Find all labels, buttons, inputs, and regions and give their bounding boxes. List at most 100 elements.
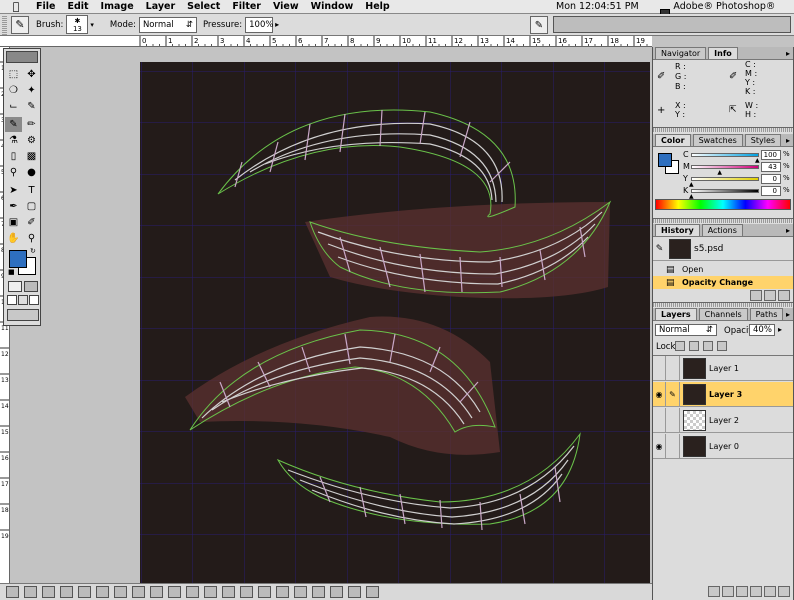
delete-layer-icon[interactable]	[778, 586, 790, 597]
new-layer-icon[interactable]	[764, 586, 776, 597]
panel-grip-2[interactable]	[653, 218, 793, 223]
layers-panel-menu-icon[interactable]: ▸	[786, 310, 790, 319]
menu-help[interactable]: Help	[359, 0, 395, 14]
channel-value-input[interactable]: 0	[761, 186, 781, 196]
apple-menu-icon[interactable]: 	[8, 0, 24, 13]
tab-layers[interactable]: Layers	[655, 308, 697, 320]
layer-row-0[interactable]: ◉ Layer 0	[653, 434, 793, 459]
tools-icon[interactable]	[294, 586, 307, 598]
brush-arrow-icon[interactable]: ▾	[90, 21, 94, 29]
layer-2-link-icon[interactable]	[666, 408, 680, 432]
disk-icon[interactable]	[96, 586, 109, 598]
menu-layer[interactable]: Layer	[140, 0, 182, 14]
layer-row-3[interactable]: ◉ ✎ Layer 3	[653, 382, 793, 407]
channel-slider-track[interactable]	[691, 165, 759, 169]
opacity-input[interactable]: 40%	[749, 324, 775, 336]
palette-well[interactable]	[553, 16, 791, 33]
gradient-tool-icon[interactable]: ▩	[23, 149, 40, 164]
lasso-tool-icon[interactable]: ❍	[5, 83, 22, 98]
document-canvas[interactable]	[140, 62, 650, 583]
tab-styles[interactable]: Styles	[744, 134, 782, 146]
channel-value-input[interactable]: 100	[761, 150, 781, 160]
tab-swatches[interactable]: Swatches	[692, 134, 743, 146]
shape-tool-icon[interactable]: ▢	[23, 199, 40, 214]
chooser-icon[interactable]	[24, 586, 37, 598]
quickmask-mode-icon[interactable]	[24, 281, 38, 292]
adobe-online-icon[interactable]	[6, 51, 38, 63]
options-grip[interactable]	[2, 14, 7, 35]
history-trash-icon[interactable]	[778, 290, 790, 301]
apple-icon[interactable]	[150, 586, 163, 598]
chat-icon[interactable]	[258, 586, 271, 598]
blend-mode-select[interactable]: Normal ⇵	[655, 324, 717, 336]
new-document-from-state-icon[interactable]	[750, 290, 762, 301]
screen-mode-full-menu-icon[interactable]	[18, 295, 28, 305]
palette-icon[interactable]	[168, 586, 181, 598]
zoom-tool-icon[interactable]: ⚲	[23, 231, 40, 246]
history-brush-tool-icon[interactable]: ⚙	[23, 133, 40, 148]
layer-0-link-icon[interactable]	[666, 434, 680, 458]
brush-picker[interactable]: ✱ 13	[66, 15, 89, 34]
history-snapshot[interactable]: ✎ s5.psd	[653, 237, 793, 261]
misc-icon[interactable]	[330, 586, 343, 598]
zoom-icon[interactable]	[366, 586, 379, 598]
layer-3-visibility-icon[interactable]: ◉	[653, 382, 666, 406]
speaker-icon[interactable]	[276, 586, 289, 598]
menu-window[interactable]: Window	[305, 0, 360, 14]
menubar-clock[interactable]: Mon 12:04:51 PM	[556, 0, 639, 14]
layer-1-visibility-icon[interactable]	[653, 356, 666, 380]
itunes-icon[interactable]	[60, 586, 73, 598]
marquee-tool-icon[interactable]: ⬚	[5, 67, 22, 82]
tab-navigator[interactable]: Navigator	[655, 47, 707, 59]
lock-image-icon[interactable]	[689, 341, 699, 351]
color-fg-swatch[interactable]	[658, 153, 672, 167]
notes-tool-icon[interactable]: ▣	[5, 215, 22, 230]
panel-grip-3[interactable]	[653, 302, 793, 307]
eyedropper-tool-icon[interactable]: ✐	[23, 215, 40, 230]
mode-select[interactable]: Normal ⇵	[138, 16, 197, 33]
clone-stamp-tool-icon[interactable]: ⚗	[5, 133, 22, 148]
airbrush-tool-icon[interactable]: ✎	[5, 117, 22, 132]
path-selection-tool-icon[interactable]: ➤	[5, 183, 22, 198]
layer-row-2[interactable]: Layer 2	[653, 408, 793, 433]
panel-menu-arrow-icon[interactable]: ▸	[786, 49, 790, 58]
crop-tool-icon[interactable]: ⌙	[5, 99, 22, 114]
layer-row-1[interactable]: Layer 1	[653, 356, 793, 381]
tab-history[interactable]: History	[655, 224, 700, 236]
pressure-arrow-icon[interactable]: ▸	[275, 20, 279, 29]
quicktime-icon[interactable]	[132, 586, 145, 598]
menu-image[interactable]: Image	[95, 0, 140, 14]
tab-paths[interactable]: Paths	[749, 308, 784, 320]
channel-slider-track[interactable]	[691, 153, 759, 157]
tab-actions[interactable]: Actions	[701, 224, 743, 236]
layer-0-visibility-icon[interactable]: ◉	[653, 434, 666, 458]
tab-channels[interactable]: Channels	[698, 308, 748, 320]
opacity-arrow-icon[interactable]: ▸	[778, 325, 782, 334]
dodge-tool-icon[interactable]: ●	[23, 165, 40, 180]
new-snapshot-icon[interactable]	[764, 290, 776, 301]
blur-tool-icon[interactable]: ⚲	[5, 165, 22, 180]
standard-mode-icon[interactable]	[8, 281, 22, 292]
history-item-opacity-change[interactable]: ▤ Opacity Change	[653, 276, 793, 289]
default-colors-icon[interactable]: ■	[8, 268, 15, 276]
foreground-color[interactable]	[9, 250, 27, 268]
wrench-icon[interactable]	[312, 586, 325, 598]
printer-icon[interactable]	[222, 586, 235, 598]
channel-value-input[interactable]: 43	[761, 162, 781, 172]
screen-mode-full-icon[interactable]	[29, 295, 39, 305]
tab-info[interactable]: Info	[708, 47, 738, 59]
menu-edit[interactable]: Edit	[61, 0, 94, 14]
channel-slider-track[interactable]	[691, 177, 759, 181]
menu-select[interactable]: Select	[181, 0, 226, 14]
globe-icon[interactable]	[240, 586, 253, 598]
screen-mode-standard-icon[interactable]	[7, 295, 17, 305]
layer-style-icon[interactable]	[708, 586, 720, 597]
new-set-icon[interactable]	[736, 586, 748, 597]
network-icon[interactable]	[114, 586, 127, 598]
channel-value-input[interactable]: 0	[761, 174, 781, 184]
color-ramp[interactable]	[655, 199, 791, 210]
adjustment-layer-icon[interactable]	[750, 586, 762, 597]
panel-grip[interactable]	[653, 127, 793, 132]
tool-preset-brush-icon[interactable]: ✎	[11, 15, 29, 34]
swap-colors-icon[interactable]: ↻	[30, 247, 36, 255]
